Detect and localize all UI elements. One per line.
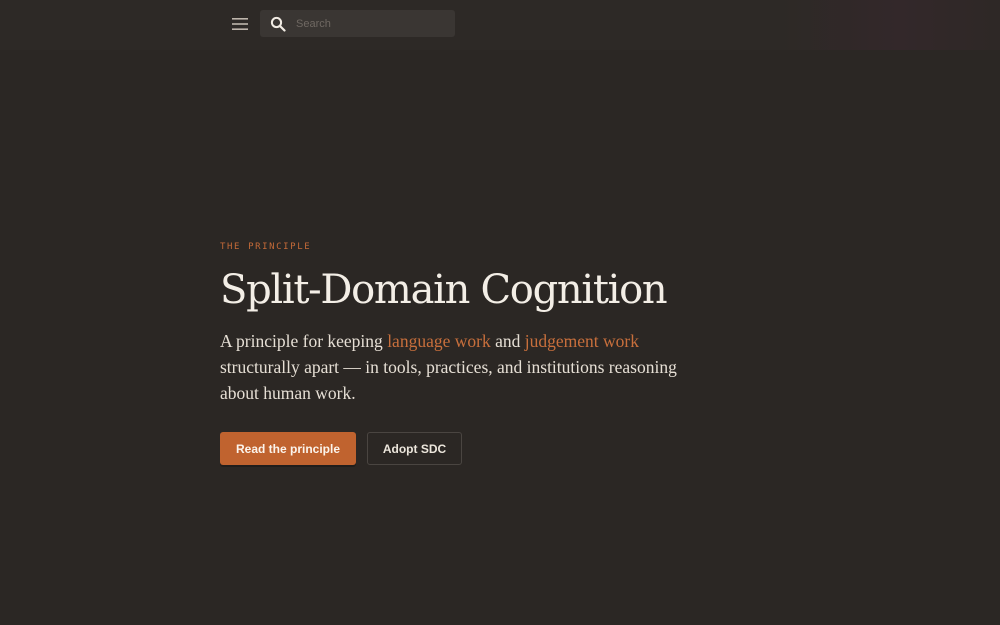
search-input[interactable]	[296, 10, 446, 37]
search-box[interactable]	[260, 10, 455, 37]
eyebrow-label: THE PRINCIPLE	[220, 242, 312, 252]
description-text: A principle for keeping	[220, 331, 388, 351]
highlight-language-work: language work	[387, 331, 491, 351]
hamburger-menu-icon	[232, 18, 248, 30]
highlight-judgement-work: judgement work	[524, 331, 639, 351]
hero-section: THE PRINCIPLE Split-Domain Cognition A p…	[220, 240, 780, 465]
description-text: and	[490, 331, 525, 351]
search-icon	[270, 16, 286, 32]
page-title: Split-Domain Cognition	[220, 267, 668, 313]
hero-actions: Read the principle Adopt SDC	[220, 432, 780, 465]
top-navigation-bar	[0, 0, 1000, 50]
read-the-principle-button[interactable]: Read the principle	[220, 432, 356, 465]
adopt-sdc-button[interactable]: Adopt SDC	[367, 432, 462, 465]
description-text: structurally apart — in tools, practices…	[220, 357, 677, 403]
hamburger-menu-button[interactable]	[228, 13, 252, 35]
hero-description: A principle for keeping language work an…	[220, 328, 690, 406]
